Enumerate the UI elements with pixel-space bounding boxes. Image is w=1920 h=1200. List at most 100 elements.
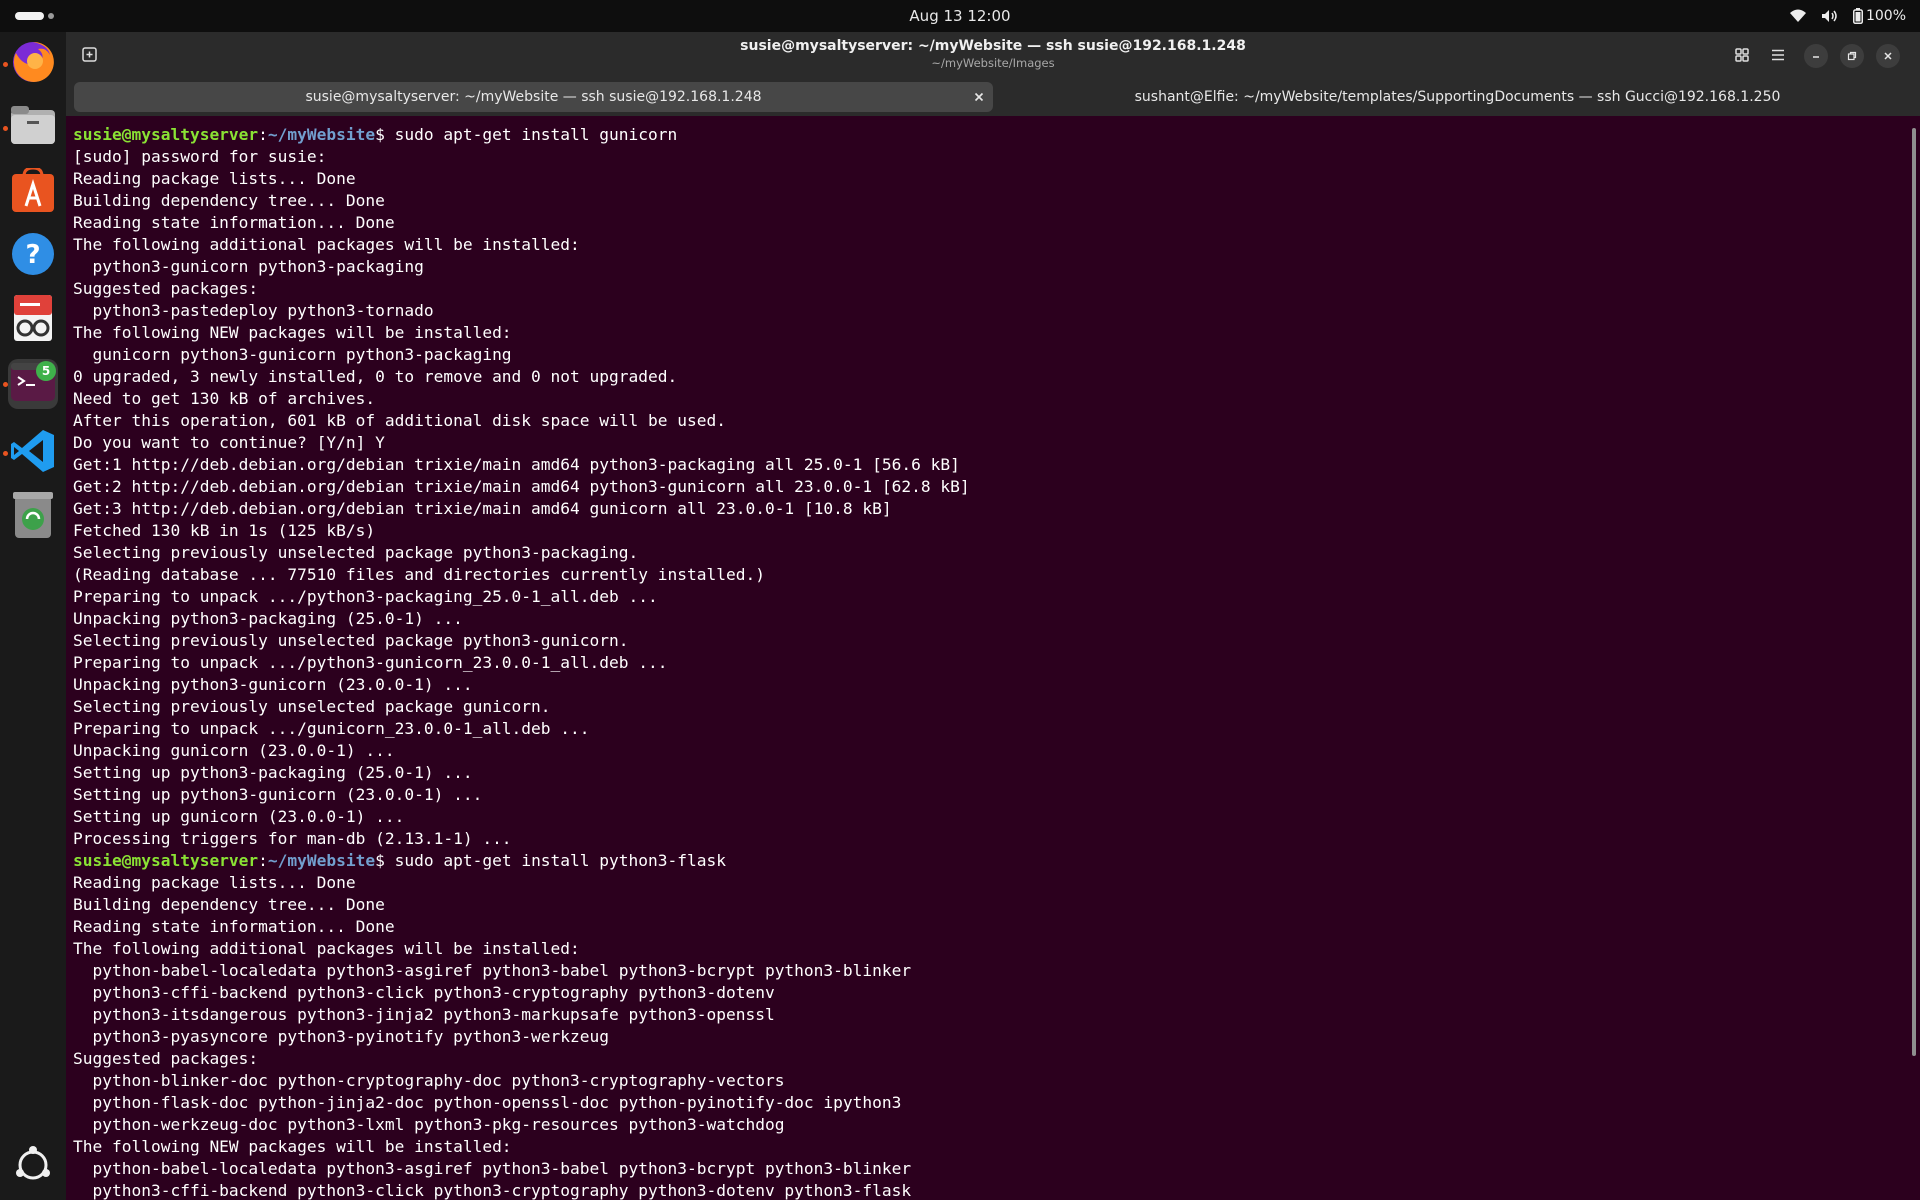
output-line: [sudo] password for susie: (73, 147, 327, 166)
svg-text:?: ? (25, 240, 40, 270)
minimize-icon[interactable] (1804, 44, 1828, 68)
output-line: 0 upgraded, 3 newly installed, 0 to remo… (73, 367, 678, 386)
output-line: Setting up python3-gunicorn (23.0.0-1) .… (73, 785, 483, 804)
output-line: Need to get 130 kB of archives. (73, 389, 376, 408)
firefox-icon (10, 39, 56, 89)
output-line: Unpacking python3-packaging (25.0-1) ... (73, 609, 463, 628)
dock-show-apps[interactable] (8, 1142, 58, 1192)
output-line: After this operation, 601 kB of addition… (73, 411, 726, 430)
output-line: Get:3 http://deb.debian.org/debian trixi… (73, 499, 892, 518)
output-line: Building dependency tree... Done (73, 191, 385, 210)
output-line: The following additional packages will b… (73, 235, 580, 254)
output-line: Building dependency tree... Done (73, 895, 385, 914)
output-line: python3-pastedeploy python3-tornado (73, 301, 434, 320)
restore-icon[interactable] (1840, 44, 1864, 68)
terminal-window: susie@mysaltyserver: ~/myWebsite — ssh s… (66, 32, 1920, 1200)
output-line: The following NEW packages will be insta… (73, 1137, 512, 1156)
clock[interactable]: Aug 13 12:00 (0, 0, 1920, 32)
output-line: Get:2 http://deb.debian.org/debian trixi… (73, 477, 970, 496)
dock: ? 5 (0, 32, 66, 1200)
battery-icon (1852, 8, 1863, 24)
output-line: python-werkzeug-doc python3-lxml python3… (73, 1115, 785, 1134)
volume-icon[interactable] (1821, 9, 1839, 23)
vscode-icon (10, 428, 56, 478)
output-line: gunicorn python3-gunicorn python3-packag… (73, 345, 512, 364)
dock-trash[interactable] (8, 492, 58, 542)
output-line: Processing triggers for man-db (2.13.1-1… (73, 829, 512, 848)
output-line: Suggested packages: (73, 1049, 259, 1068)
output-line: Preparing to unpack .../python3-packagin… (73, 587, 658, 606)
prompt-line: susie@mysaltyserver:~/myWebsite$ sudo ap… (73, 124, 1903, 146)
system-tray[interactable]: 100% (1789, 0, 1906, 32)
terminal-output[interactable]: susie@mysaltyserver:~/myWebsite$ sudo ap… (73, 124, 1903, 1200)
dock-files[interactable] (8, 103, 58, 153)
output-line: python-blinker-doc python-cryptography-d… (73, 1071, 785, 1090)
output-line: python-flask-doc python-jinja2-doc pytho… (73, 1093, 902, 1112)
command-text: sudo apt-get install gunicorn (394, 125, 678, 144)
output-line: The following additional packages will b… (73, 939, 580, 958)
output-line: Reading package lists... Done (73, 169, 356, 188)
close-tab-icon[interactable] (971, 89, 987, 105)
output-line: Reading state information... Done (73, 917, 395, 936)
wifi-icon[interactable] (1789, 9, 1807, 23)
output-line: The following NEW packages will be insta… (73, 323, 512, 342)
dock-document-viewer[interactable] (8, 295, 58, 345)
terminal-badge: 5 (36, 361, 56, 381)
dock-vscode[interactable] (8, 428, 58, 478)
prompt-path: ~/myWebsite (267, 851, 376, 870)
output-line: Reading state information... Done (73, 213, 395, 232)
battery-status[interactable]: 100% (1852, 8, 1906, 24)
output-line: Get:1 http://deb.debian.org/debian trixi… (73, 455, 960, 474)
dock-help[interactable]: ? (8, 231, 58, 281)
window-title: susie@mysaltyserver: ~/myWebsite — ssh s… (740, 38, 1246, 54)
output-line: Suggested packages: (73, 279, 259, 298)
output-line: Fetched 130 kB in 1s (125 kB/s) (73, 521, 376, 540)
prompt-path: ~/myWebsite (267, 125, 376, 144)
output-line: Setting up python3-packaging (25.0-1) ..… (73, 763, 473, 782)
document-viewer-icon (12, 295, 54, 345)
output-line: python3-gunicorn python3-packaging (73, 257, 424, 276)
hamburger-menu-icon[interactable] (1767, 44, 1789, 66)
help-icon: ? (11, 232, 55, 280)
tab-sushant-elfie[interactable]: sushant@Elfie: ~/myWebsite/templates/Sup… (1003, 82, 1912, 112)
dock-terminal[interactable]: 5 (8, 359, 58, 409)
output-line: python3-cffi-backend python3-click pytho… (73, 983, 775, 1002)
tab-bar: susie@mysaltyserver: ~/myWebsite — ssh s… (66, 78, 1920, 116)
dock-app-center[interactable] (8, 166, 58, 217)
prompt-line: susie@mysaltyserver:~/myWebsite$ sudo ap… (73, 850, 1903, 872)
command-text: sudo apt-get install python3-flask (394, 851, 726, 870)
prompt-separator: : (258, 125, 268, 144)
output-line: Do you want to continue? [Y/n] Y (73, 433, 385, 452)
output-line: Setting up gunicorn (23.0.0-1) ... (73, 807, 405, 826)
output-line: Reading package lists... Done (73, 873, 356, 892)
prompt-user: susie@mysaltyserver (73, 851, 259, 870)
tab-overview-icon[interactable] (1731, 44, 1753, 66)
scrollbar[interactable] (1912, 128, 1916, 1056)
app-center-icon (12, 166, 54, 216)
output-line: Selecting previously unselected package … (73, 543, 639, 562)
tab-label: sushant@Elfie: ~/myWebsite/templates/Sup… (1134, 89, 1781, 105)
top-bar: Aug 13 12:00 100% (0, 0, 1920, 32)
output-line: Unpacking python3-gunicorn (23.0.0-1) ..… (73, 675, 473, 694)
output-line: python-babel-localedata python3-asgiref … (73, 961, 912, 980)
close-window-icon[interactable] (1876, 44, 1900, 68)
tab-label: susie@mysaltyserver: ~/myWebsite — ssh s… (305, 89, 762, 105)
trash-icon (13, 492, 53, 542)
output-line: python3-cffi-backend python3-click pytho… (73, 1181, 912, 1200)
prompt-symbol: $ (375, 125, 395, 144)
output-line: Selecting previously unselected package … (73, 631, 629, 650)
output-line: python3-itsdangerous python3-jinja2 pyth… (73, 1005, 775, 1024)
prompt-symbol: $ (375, 851, 395, 870)
output-line: (Reading database ... 77510 files and di… (73, 565, 765, 584)
header-bar[interactable]: susie@mysaltyserver: ~/myWebsite — ssh s… (66, 32, 1920, 78)
ubuntu-logo-icon (13, 1145, 53, 1189)
output-line: Preparing to unpack .../python3-gunicorn… (73, 653, 668, 672)
output-line: Preparing to unpack .../gunicorn_23.0.0-… (73, 719, 590, 738)
tab-susie-mysaltyserver[interactable]: susie@mysaltyserver: ~/myWebsite — ssh s… (74, 82, 993, 112)
battery-percent: 100% (1865, 8, 1906, 24)
output-line: python-babel-localedata python3-asgiref … (73, 1159, 912, 1178)
window-subtitle: ~/myWebsite/Images (931, 56, 1055, 70)
output-line: Unpacking gunicorn (23.0.0-1) ... (73, 741, 395, 760)
dock-firefox[interactable] (8, 39, 58, 89)
files-icon (11, 106, 55, 150)
